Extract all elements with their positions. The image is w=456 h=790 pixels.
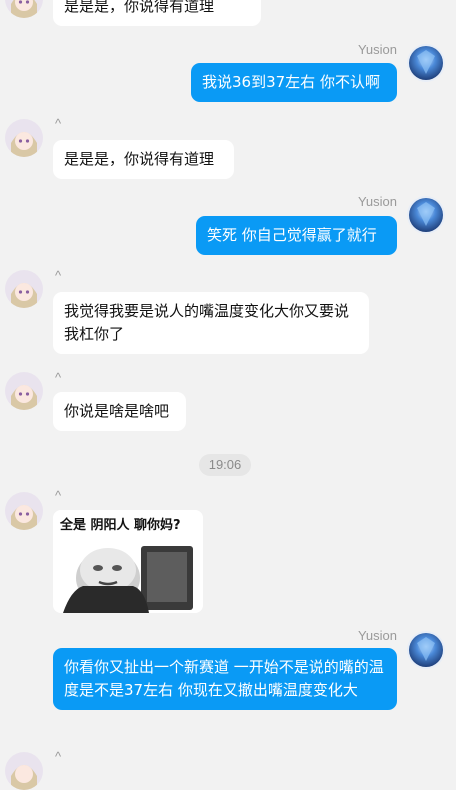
anime-girl-avatar-icon [5, 0, 43, 18]
contact-avatar[interactable] [5, 752, 43, 790]
sender-name: ^ [55, 116, 62, 131]
contact-avatar[interactable] [5, 0, 43, 18]
sender-name: ^ [55, 268, 62, 283]
contact-avatar[interactable] [5, 119, 43, 157]
anime-girl-avatar-icon [5, 372, 43, 410]
message-bubble[interactable]: 我觉得我要是说人的嘴温度变化大你又要说我杠你了 [53, 292, 369, 354]
sender-name: Yusion [357, 42, 397, 57]
message-bubble[interactable]: 是是是，你说得有道理 [53, 0, 261, 26]
self-avatar[interactable] [407, 196, 445, 234]
anime-girl-avatar-icon [5, 119, 43, 157]
self-avatar[interactable] [407, 631, 445, 669]
blue-crystal-avatar-icon [407, 631, 445, 669]
sticker-image[interactable]: 全是 阴阳人 聊你妈? [53, 510, 203, 613]
message-bubble[interactable]: 你说是啥是啥吧 [53, 392, 186, 431]
timestamp: 19:06 [199, 454, 251, 476]
blue-crystal-avatar-icon [407, 196, 445, 234]
contact-avatar[interactable] [5, 372, 43, 410]
sender-name: ^ [55, 488, 62, 503]
sender-name: Yusion [357, 194, 397, 209]
chat-history[interactable]: 是是是，你说得有道理 Yusion 我说36到37左右 你不认啊 ^ 是是是，你… [0, 0, 456, 790]
message-bubble[interactable]: 你看你又扯出一个新赛道 一开始不是说的嘴的温度是不是37左右 你现在又撤出嘴温度… [53, 648, 397, 710]
self-avatar[interactable] [407, 44, 445, 82]
message-bubble[interactable]: 笑死 你自己觉得赢了就行 [196, 216, 397, 255]
sticker-caption: 全是 阴阳人 聊你妈? [60, 518, 181, 533]
sender-name: ^ [55, 370, 62, 385]
contact-avatar[interactable] [5, 270, 43, 308]
message-bubble[interactable]: 我说36到37左右 你不认啊 [191, 63, 397, 102]
anime-girl-avatar-icon [5, 270, 43, 308]
message-bubble[interactable]: 是是是，你说得有道理 [53, 140, 234, 179]
blue-crystal-avatar-icon [407, 44, 445, 82]
anime-girl-avatar-icon [5, 752, 43, 790]
contact-avatar[interactable] [5, 492, 43, 530]
anime-girl-avatar-icon [5, 492, 43, 530]
sender-name: Yusion [357, 628, 397, 643]
